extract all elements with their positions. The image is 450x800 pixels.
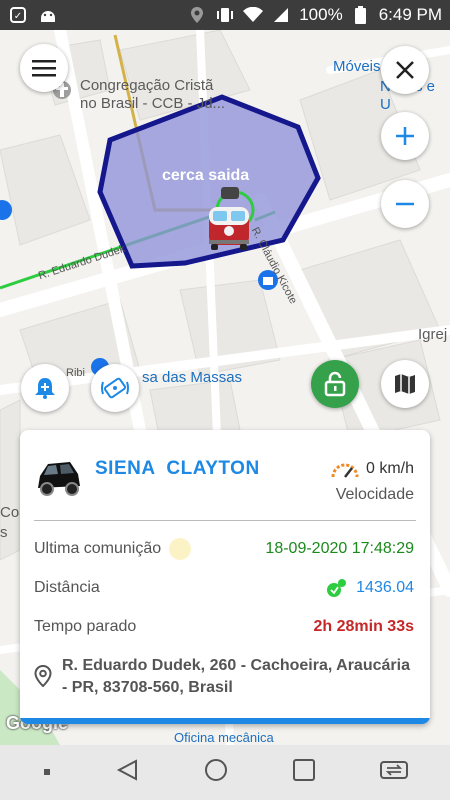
distance-label: Distância (34, 579, 100, 596)
lock-button[interactable] (311, 360, 359, 408)
location-pin-icon (34, 665, 52, 687)
hamburger-icon (32, 60, 56, 77)
vehicle-info-card[interactable]: SIENA CLAYTON 0 km/h Velocidade Ultima c… (20, 430, 430, 724)
home-circle-icon (205, 759, 227, 781)
system-nav-bar (0, 745, 450, 800)
route-distance-icon (327, 579, 347, 597)
menu-button[interactable] (20, 44, 68, 92)
card-divider (34, 520, 416, 521)
map-label-oficina: Oficina mecânica (174, 730, 274, 745)
back-button[interactable] (116, 758, 140, 787)
zoom-out-button[interactable] (381, 180, 429, 228)
speedometer-icon (331, 463, 359, 478)
close-icon (396, 61, 414, 79)
address-text: R. Eduardo Dudek, 260 - Cachoeira, Arauc… (62, 657, 410, 696)
vehicle-name: SIENA CLAYTON (95, 458, 260, 479)
map-label-ribi: Ribi (66, 367, 85, 379)
map-label-church: Congregação Cristã no Brasil - CCB - Jd.… (80, 77, 226, 112)
address-row: R. Eduardo Dudek, 260 - Cachoeira, Arauc… (34, 655, 416, 699)
switch-app-button[interactable] (380, 759, 408, 786)
minus-icon (396, 202, 414, 206)
notification-icon: ✓ (8, 5, 28, 25)
battery-percent: 100% (299, 5, 343, 24)
map-label-s: s (0, 524, 8, 541)
back-triangle-icon (116, 759, 137, 781)
zoom-in-button[interactable] (381, 112, 429, 160)
bell-plus-icon (35, 378, 55, 399)
wifi-icon (243, 5, 264, 25)
location-icon (187, 5, 207, 25)
speed-label: Velocidade (335, 486, 414, 503)
comm-status-dot (169, 538, 192, 560)
car-thumbnail (38, 462, 80, 496)
home-button[interactable] (204, 758, 228, 787)
alerts-button[interactable] (21, 364, 69, 412)
distance-row: Distância 1436.04 (34, 577, 414, 599)
remote-control-icon (101, 377, 129, 399)
map-label-casa-massas: sa das Massas (142, 369, 243, 386)
stopped-label: Tempo parado (34, 618, 137, 635)
vehicle-marker[interactable] (205, 185, 255, 255)
stopped-value: 2h 28min 33s (313, 618, 415, 635)
map-label-igreja: Igrej (418, 326, 448, 343)
switch-app-icon (380, 761, 408, 779)
last-comm-label: Ultima comunição (34, 540, 162, 557)
svg-text:✓: ✓ (14, 11, 22, 22)
map-icon (395, 374, 415, 394)
distance-value-group: 1436.04 (326, 578, 414, 598)
recents-square-icon (293, 759, 315, 781)
plus-icon (396, 127, 414, 145)
distance-value: 1436.04 (356, 579, 414, 596)
vibrate-icon (215, 5, 235, 25)
battery-icon (351, 5, 371, 25)
signal-icon (271, 5, 291, 25)
remote-command-button[interactable] (91, 364, 139, 412)
unlock-icon (324, 371, 346, 397)
last-comm-row: Ultima comunição 18-09-2020 17:48:29 (34, 538, 414, 560)
clock: 6:49 PM (378, 5, 442, 24)
van-icon (209, 187, 255, 250)
speed-readout: 0 km/h (330, 460, 414, 478)
card-bottom-accent (20, 718, 430, 724)
dot-icon (44, 768, 50, 775)
status-bar: ✓ 100% 6:49 PM (0, 0, 450, 30)
map-type-button[interactable] (381, 360, 429, 408)
close-button[interactable] (381, 46, 429, 94)
recents-button[interactable] (292, 758, 316, 787)
speed-value: 0 km/h (365, 460, 414, 477)
nav-dot-button[interactable] (42, 764, 52, 782)
android-icon (38, 5, 58, 25)
geofence-label: cerca saida (162, 167, 250, 184)
stopped-time-row: Tempo parado 2h 28min 33s (34, 616, 414, 638)
last-comm-value: 18-09-2020 17:48:29 (265, 540, 414, 557)
